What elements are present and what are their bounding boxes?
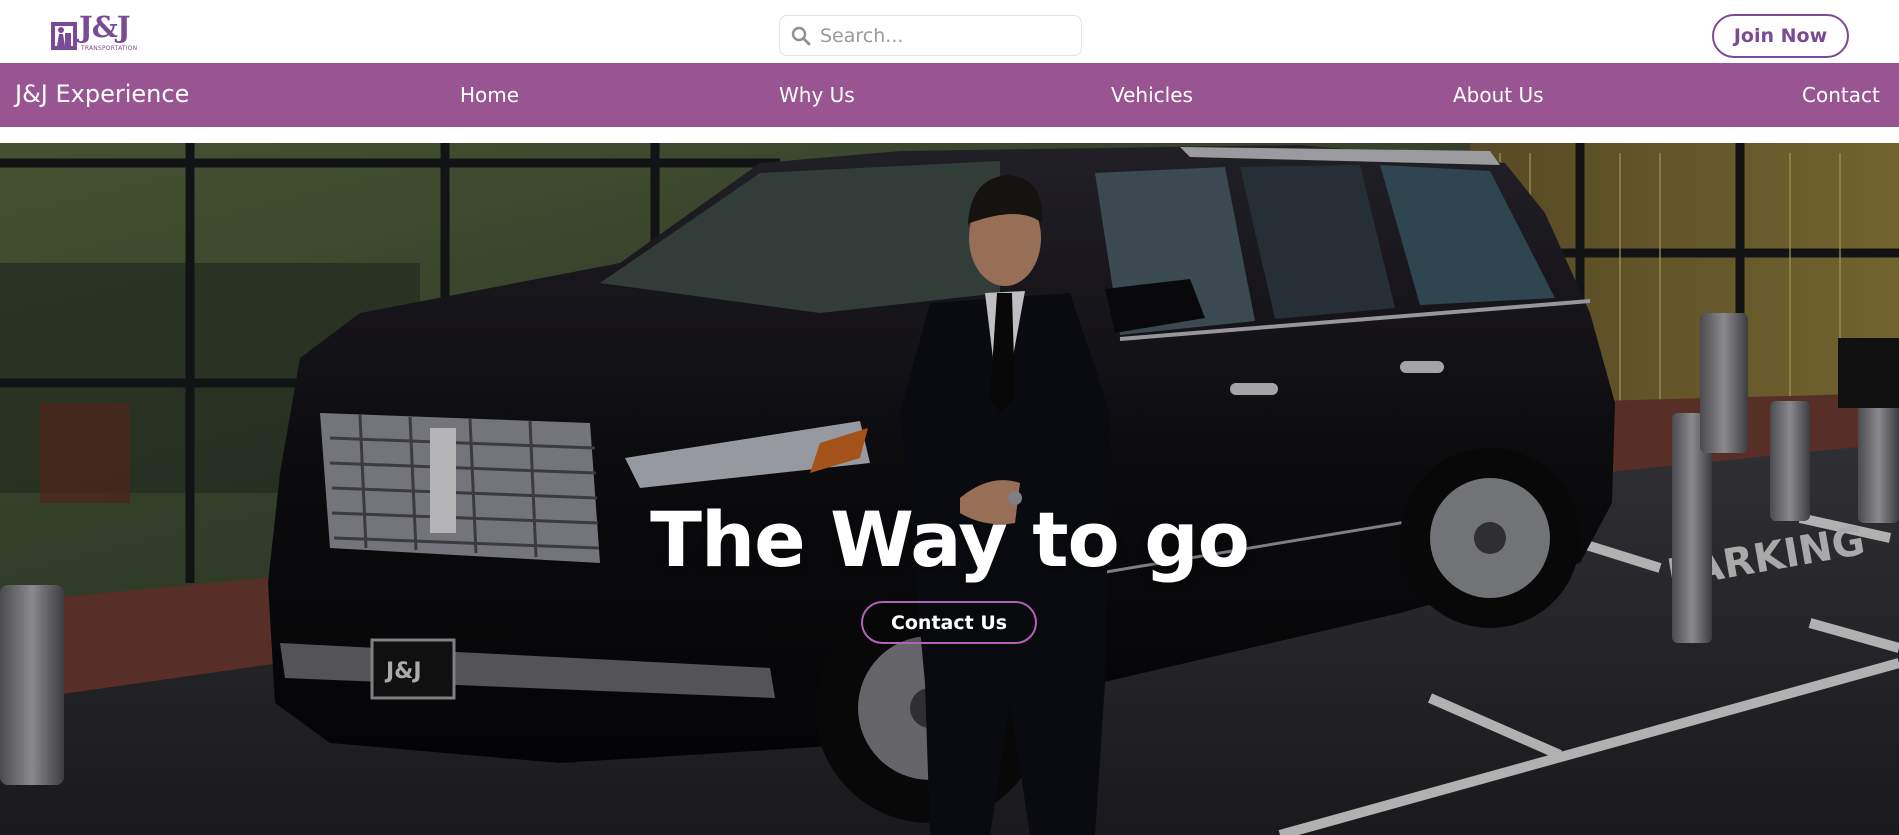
search-box[interactable]	[779, 15, 1082, 56]
nav-brand[interactable]: J&J Experience	[15, 80, 189, 108]
hero-title: The Way to go	[650, 495, 1250, 584]
search-input[interactable]	[820, 22, 1070, 50]
nav-spacer	[0, 127, 1899, 143]
main-nav: J&J Experience Home Why Us Vehicles Abou…	[0, 63, 1899, 127]
hero-section: PARKING J&J The Way to go Contact Us	[0, 143, 1899, 835]
nav-link-why-us[interactable]: Why Us	[779, 83, 855, 107]
nav-link-vehicles[interactable]: Vehicles	[1111, 83, 1193, 107]
nav-link-contact[interactable]: Contact	[1802, 83, 1880, 107]
search-icon	[791, 26, 811, 46]
contact-us-button[interactable]: Contact Us	[861, 601, 1037, 644]
logo-wordmark: J&J	[79, 10, 131, 44]
logo-subtext: TRANSPORTATION	[81, 45, 138, 52]
join-now-button[interactable]: Join Now	[1712, 14, 1849, 58]
nav-link-about-us[interactable]: About Us	[1453, 83, 1544, 107]
logo-mark-icon	[51, 22, 77, 50]
hero-background-image: PARKING J&J	[0, 143, 1899, 835]
top-header: J&J TRANSPORTATION Join Now	[0, 0, 1899, 63]
logo[interactable]: J&J TRANSPORTATION	[50, 13, 152, 55]
nav-link-home[interactable]: Home	[460, 83, 519, 107]
